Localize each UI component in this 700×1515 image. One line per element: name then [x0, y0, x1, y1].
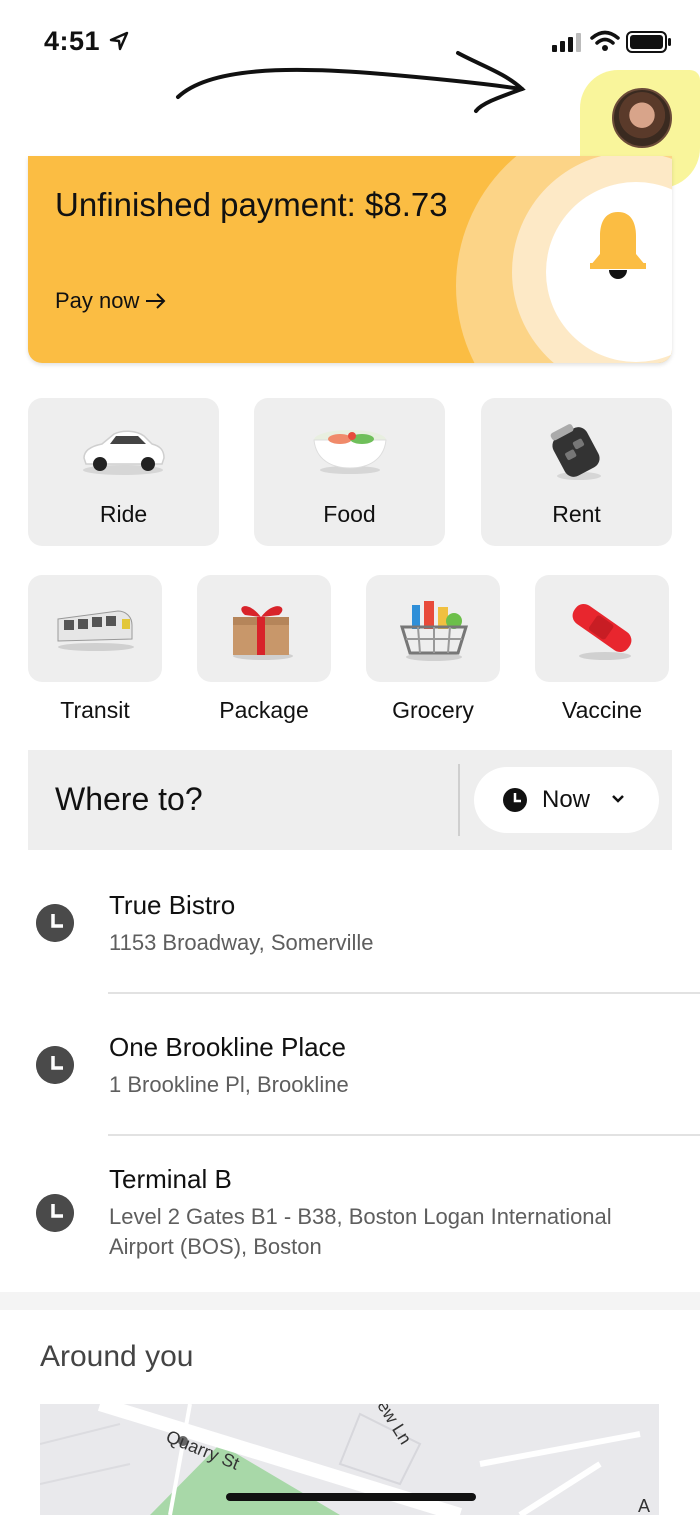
wifi-icon	[590, 30, 620, 51]
service-label: Package	[219, 697, 309, 723]
place-address: Level 2 Gates B1 - B38, Boston Logan Int…	[109, 1204, 612, 1259]
bandage-icon	[572, 603, 632, 660]
service-tile-transit[interactable]	[28, 575, 162, 682]
promo-title: Unfinished payment: $8.73	[55, 186, 448, 223]
profile-avatar[interactable]	[612, 88, 672, 148]
train-icon	[57, 610, 134, 651]
unfinished-payment-card[interactable]: Unfinished payment: $8.73 Pay now	[28, 156, 672, 363]
annotation-arrow	[176, 51, 526, 113]
location-arrow-icon	[109, 31, 129, 51]
service-tile-ride[interactable]: Ride	[28, 398, 219, 546]
place-address: 1 Brookline Pl, Brookline	[109, 1072, 349, 1097]
list-separator	[108, 1134, 700, 1136]
chevron-down-icon	[612, 795, 624, 803]
pay-now-link[interactable]: Pay now	[55, 288, 167, 314]
service-label: Rent	[552, 501, 601, 527]
schedule-time-label: Now	[542, 786, 591, 813]
service-tile-grocery[interactable]	[366, 575, 500, 682]
place-name: One Brookline Place	[109, 1032, 347, 1062]
gift-box-icon	[233, 606, 293, 660]
service-tile-food[interactable]: Food	[254, 398, 445, 546]
car-icon	[83, 430, 165, 475]
service-tile-vaccine[interactable]	[535, 575, 669, 682]
place-name: Terminal B	[109, 1164, 232, 1194]
service-tile-package[interactable]	[197, 575, 331, 682]
service-label: Vaccine	[561, 697, 643, 723]
cellular-signal-icon	[552, 33, 581, 52]
pay-now-label: Pay now	[55, 288, 140, 313]
service-label: Transit	[60, 697, 130, 723]
recent-place-item[interactable]: Terminal B Level 2 Gates B1 - B38, Bosto…	[0, 1144, 700, 1284]
bell-icon	[590, 212, 646, 279]
divider	[458, 764, 460, 836]
place-name: True Bistro	[109, 890, 236, 920]
list-separator	[108, 992, 700, 994]
recent-place-item[interactable]: True Bistro 1153 Broadway, Somerville	[0, 870, 700, 992]
service-label: Ride	[99, 501, 148, 527]
where-to-placeholder: Where to?	[55, 781, 203, 817]
map-street-label: A	[638, 1496, 651, 1515]
grocery-basket-icon	[399, 601, 469, 661]
clock-icon	[503, 788, 527, 812]
place-address: 1153 Broadway, Somerville	[109, 930, 374, 955]
battery-icon	[626, 31, 671, 53]
arrow-right-icon	[146, 293, 166, 309]
history-clock-icon	[36, 1194, 74, 1232]
history-clock-icon	[36, 1046, 74, 1084]
car-key-icon	[550, 424, 601, 480]
where-to-search-bar[interactable]: Where to? Now	[28, 750, 672, 850]
service-label: Grocery	[392, 697, 474, 723]
service-tile-rent[interactable]: Rent	[481, 398, 672, 546]
status-time: 4:51	[44, 26, 101, 56]
around-you-title: Around you	[40, 1340, 194, 1373]
service-label: Food	[323, 501, 376, 527]
food-bowl-icon	[313, 430, 387, 474]
schedule-time-button[interactable]: Now	[474, 767, 659, 833]
home-indicator[interactable]	[226, 1493, 476, 1501]
recent-place-item[interactable]: One Brookline Place 1 Brookline Pl, Broo…	[0, 1012, 700, 1134]
section-divider	[0, 1292, 700, 1310]
history-clock-icon	[36, 904, 74, 942]
